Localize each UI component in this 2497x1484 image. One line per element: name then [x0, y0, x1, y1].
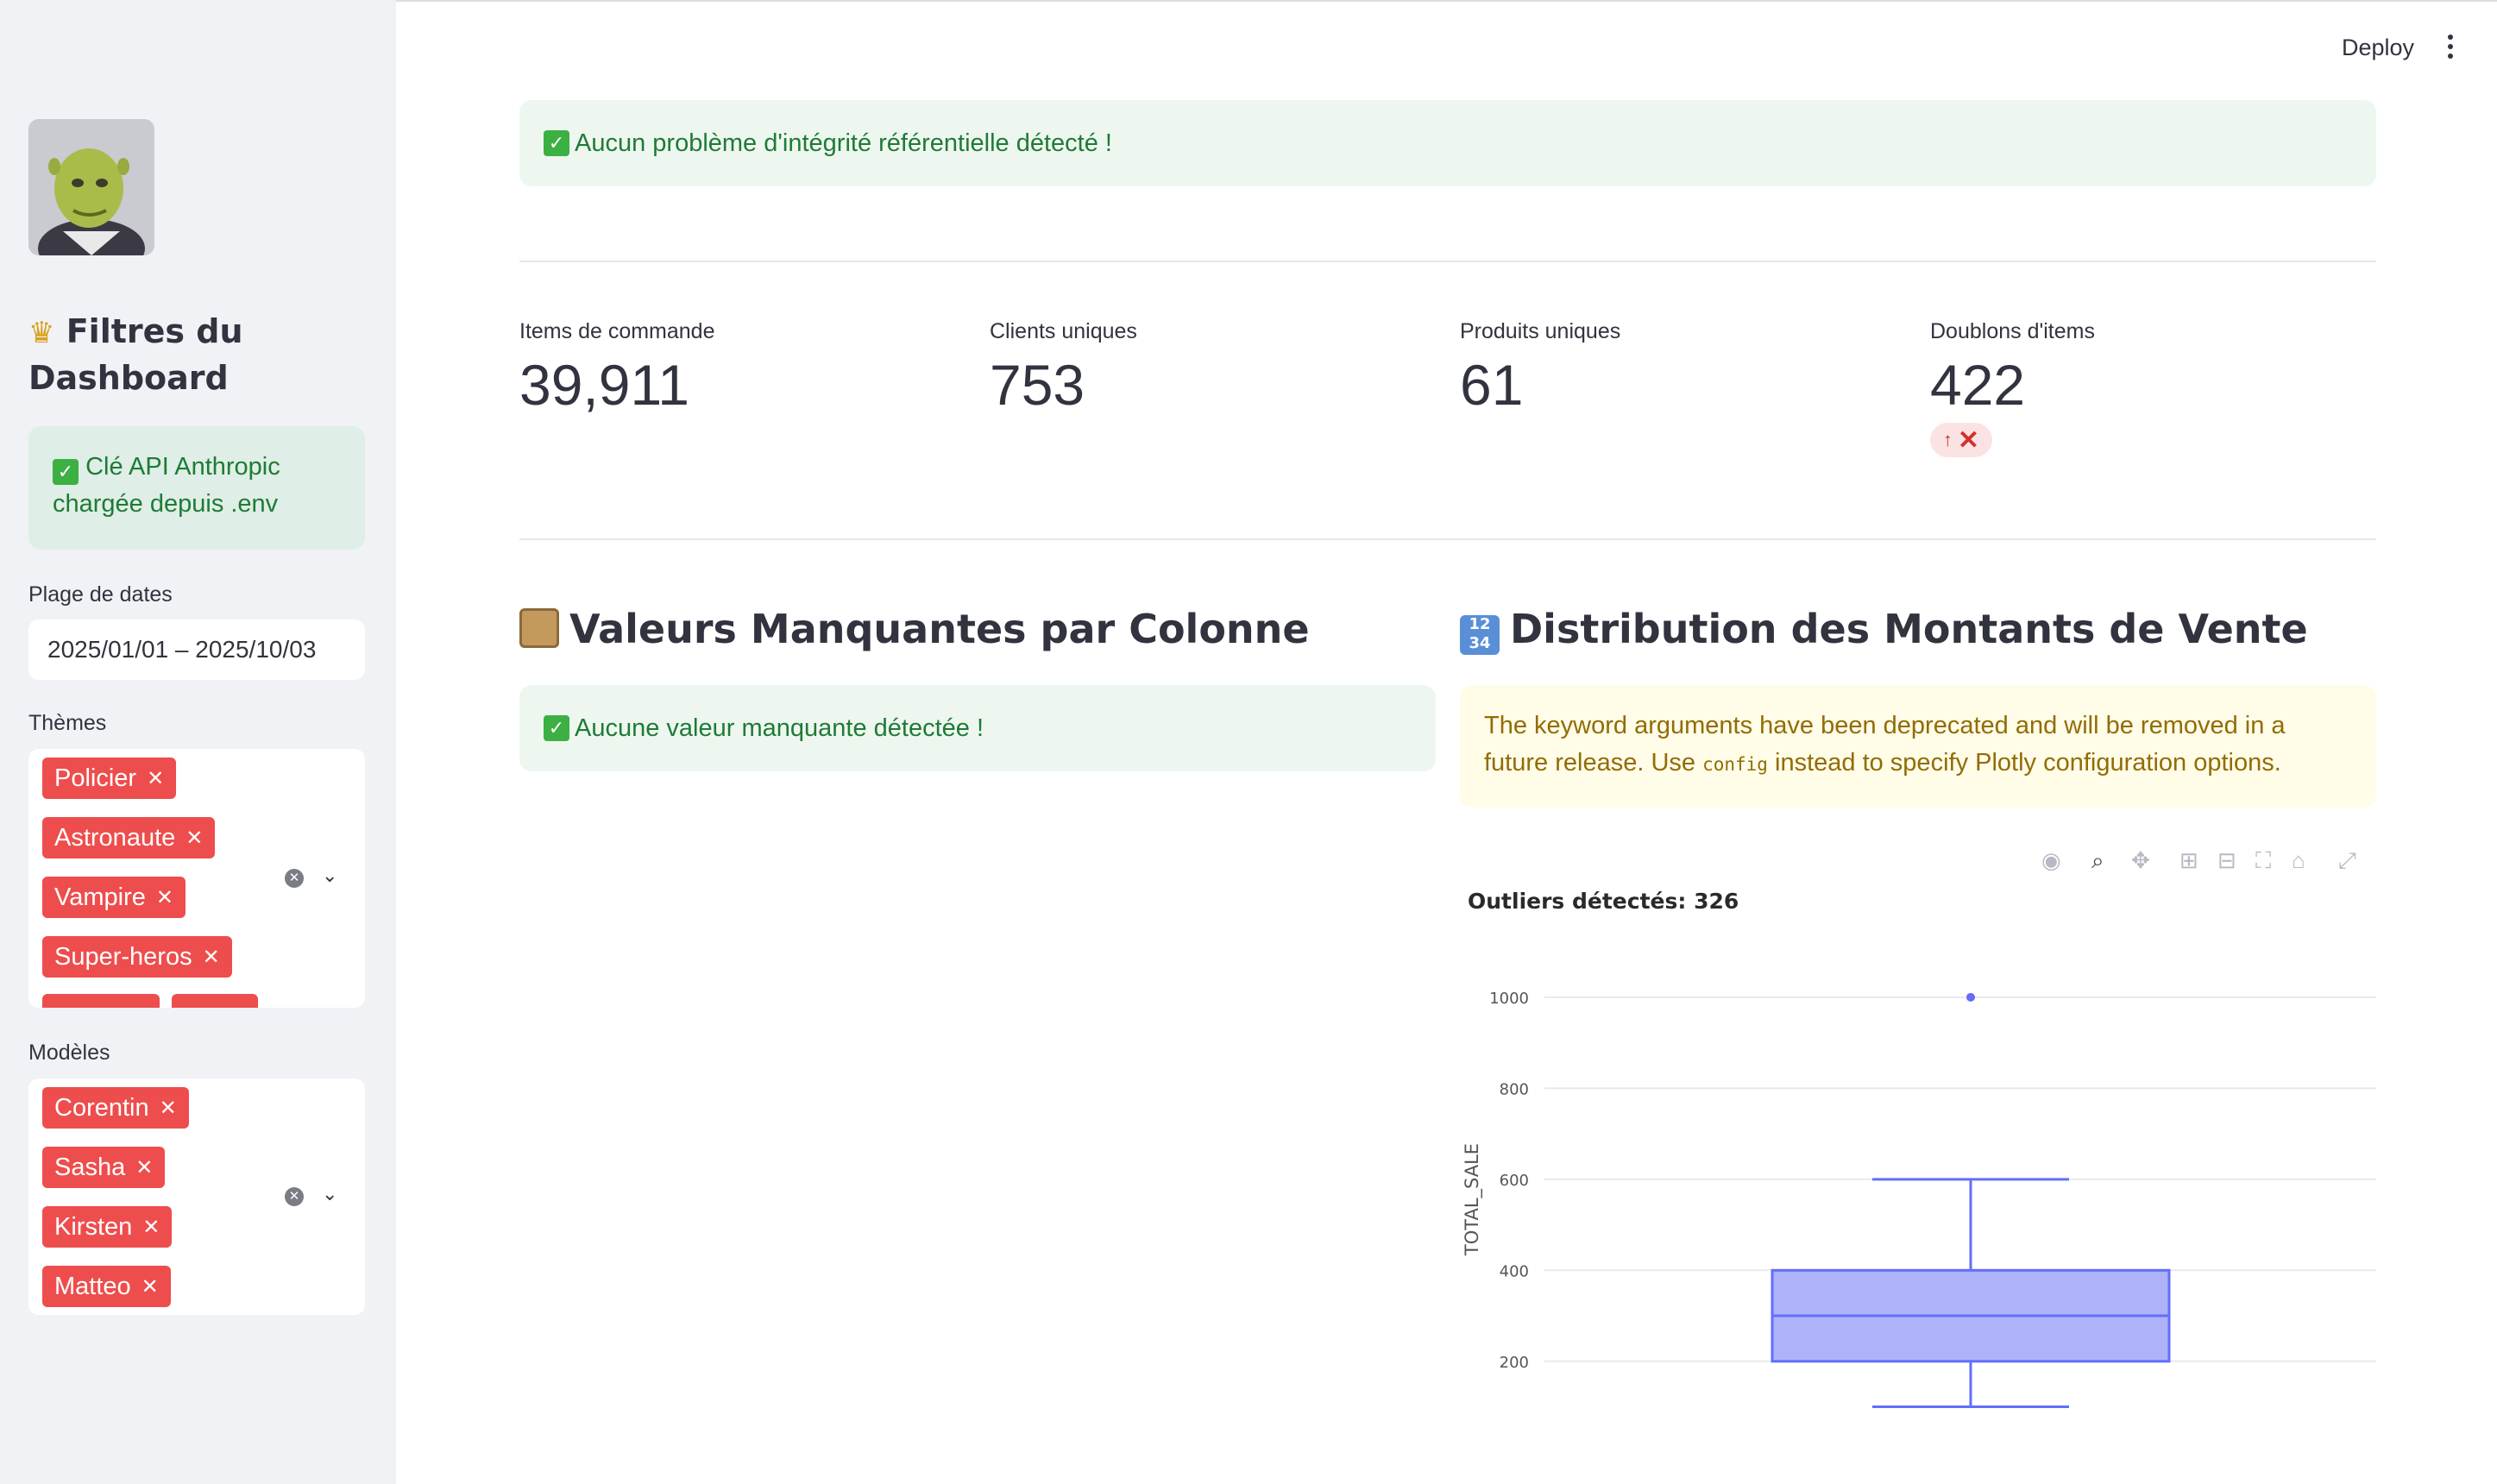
- zoom-in-icon[interactable]: ⊞: [2179, 847, 2198, 873]
- remove-icon[interactable]: ✕: [142, 1215, 160, 1240]
- metric-value: 39,911: [519, 353, 689, 417]
- chip-matteo[interactable]: Matteo ✕: [42, 1266, 171, 1307]
- box-plot[interactable]: 200 400 600 800 1000 TOTAL_SALE: [1458, 949, 2376, 1432]
- themes-multiselect[interactable]: Policier ✕ Astronaute ✕ Vampire ✕ Super-her…: [28, 749, 365, 1008]
- metric-label: Items de commande: [519, 319, 715, 343]
- remove-icon[interactable]: ✕: [160, 1096, 177, 1121]
- metric-value: 753: [990, 353, 1085, 417]
- metric-label: Clients uniques: [990, 319, 1137, 343]
- pan-icon[interactable]: ✥: [2131, 847, 2150, 873]
- check-icon: ✓: [53, 459, 79, 485]
- more-menu-icon[interactable]: [2442, 35, 2459, 60]
- chip-super-heros[interactable]: Super-heros ✕: [42, 936, 232, 978]
- sidebar: ♛ Filtres du Dashboard ✓ Clé API Anthrop…: [0, 0, 396, 1484]
- remove-icon[interactable]: ✕: [147, 766, 164, 791]
- api-key-status: ✓ Clé API Anthropic chargée depuis .env: [28, 426, 365, 550]
- autoscale-icon[interactable]: ⛶: [2255, 847, 2271, 873]
- outlier-point: [1966, 992, 1975, 1002]
- y-tick-label: 200: [1500, 1354, 1529, 1372]
- date-range-label: Plage de dates: [28, 582, 173, 607]
- themes-label: Thèmes: [28, 711, 107, 735]
- chip-policier[interactable]: Policier ✕: [42, 758, 177, 799]
- chevron-down-icon[interactable]: ⌄: [322, 865, 337, 887]
- metric-label: Produits uniques: [1460, 319, 1621, 343]
- divider: [519, 261, 2376, 262]
- distribution-heading: 12 34 Distribution des Montants de Vente: [1460, 606, 2308, 655]
- arrow-up-icon: ↑: [1942, 429, 1953, 450]
- integrity-alert: ✓ Aucun problème d'intégrité référentiel…: [519, 100, 2376, 186]
- chip-astronaute[interactable]: Astronaute ✕: [42, 817, 216, 858]
- chart-title: Outliers détectés: 326: [1468, 889, 1739, 914]
- remove-icon[interactable]: ✕: [156, 885, 173, 910]
- zoom-out-icon[interactable]: ⊟: [2217, 847, 2236, 873]
- deprecation-warning: The keyword arguments have been deprecat…: [1460, 685, 2376, 808]
- chevron-down-icon[interactable]: ⌄: [322, 1183, 337, 1205]
- y-tick-label: 600: [1500, 1172, 1529, 1190]
- remove-icon[interactable]: ✕: [135, 1155, 153, 1180]
- chip-kirsten[interactable]: Kirsten ✕: [42, 1206, 173, 1248]
- check-icon: ✓: [544, 130, 569, 156]
- clear-icon[interactable]: ✕: [285, 1187, 304, 1206]
- fullscreen-icon[interactable]: ⤢: [2338, 847, 2356, 873]
- numbers-icon: 12 34: [1460, 615, 1500, 655]
- metric-value: 422: [1930, 353, 2026, 417]
- metric-label: Doublons d'items: [1930, 319, 2095, 343]
- clear-icon[interactable]: ✕: [285, 869, 304, 888]
- models-multiselect[interactable]: Corentin ✕ Sasha ✕ Kirsten ✕ Matteo ✕ ✕ ⌄: [28, 1078, 365, 1315]
- remove-icon[interactable]: ✕: [203, 945, 220, 970]
- camera-icon[interactable]: ◉: [2041, 847, 2061, 873]
- clipboard-icon: [519, 608, 559, 648]
- check-icon: ✓: [544, 715, 569, 741]
- metric-value: 61: [1460, 353, 1524, 417]
- y-tick-label: 1000: [1489, 990, 1529, 1008]
- avatar-image: [28, 119, 154, 255]
- deploy-button[interactable]: Deploy: [2342, 35, 2414, 61]
- missing-values-alert: ✓ Aucune valeur manquante détectée !: [519, 685, 1436, 771]
- missing-values-heading: Valeurs Manquantes par Colonne: [519, 606, 1310, 652]
- models-label: Modèles: [28, 1041, 110, 1065]
- y-axis-label: TOTAL_SALE: [1462, 1143, 1483, 1256]
- remove-icon[interactable]: ✕: [186, 826, 203, 851]
- crown-icon: ♛: [28, 316, 55, 350]
- chip-partial[interactable]: [42, 994, 160, 1008]
- home-icon[interactable]: ⌂: [2292, 847, 2305, 873]
- divider: [519, 538, 2376, 540]
- remove-icon[interactable]: ✕: [142, 1274, 159, 1299]
- sidebar-title: ♛ Filtres du Dashboard: [28, 312, 243, 397]
- zoom-icon[interactable]: ⌕: [2091, 847, 2104, 873]
- chip-corentin[interactable]: Corentin ✕: [42, 1087, 189, 1129]
- chip-sasha[interactable]: Sasha ✕: [42, 1147, 166, 1188]
- y-tick-label: 800: [1500, 1080, 1529, 1098]
- chip-vampire[interactable]: Vampire ✕: [42, 877, 186, 918]
- metric-delta-badge: ↑ ✕: [1930, 423, 1992, 457]
- cross-icon: ✕: [1957, 425, 1980, 455]
- chip-partial[interactable]: [172, 994, 258, 1008]
- date-range-input[interactable]: 2025/01/01 – 2025/10/03: [28, 619, 365, 680]
- y-tick-label: 400: [1500, 1262, 1529, 1280]
